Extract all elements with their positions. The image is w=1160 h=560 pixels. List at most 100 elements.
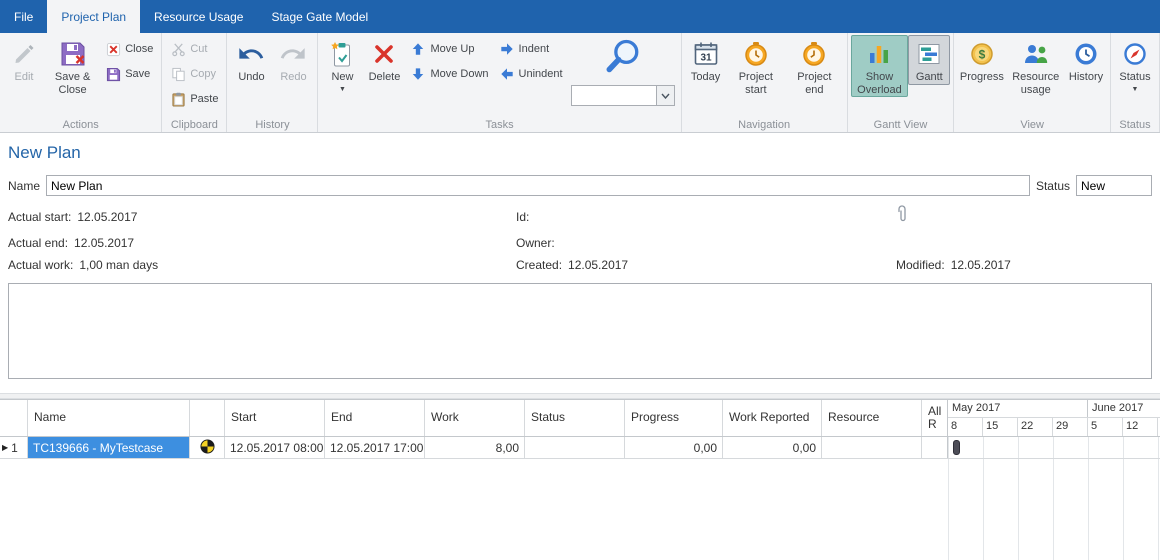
group-label-history: History: [227, 119, 317, 131]
attachment-paperclip-icon[interactable]: [896, 205, 908, 228]
task-type-cell[interactable]: [190, 437, 225, 458]
tab-file[interactable]: File: [0, 0, 47, 33]
project-start-label: Project start: [731, 71, 782, 96]
today-label: Today: [691, 71, 720, 84]
grid-header-type-icon[interactable]: [190, 400, 225, 436]
move-down-icon: [410, 66, 426, 82]
project-start-clock-icon: [743, 39, 769, 69]
actual-start-label: Actual start:: [8, 210, 71, 224]
move-up-label: Move Up: [430, 43, 474, 55]
ribbon-group-gantt-view: Show Overload Gantt Gantt View: [848, 33, 955, 132]
save-and-close-button[interactable]: Save & Close: [45, 35, 100, 97]
task-start-cell[interactable]: 12.05.2017 08:00: [225, 437, 325, 458]
today-button[interactable]: 31 Today: [685, 35, 727, 85]
grid-header-start[interactable]: Start: [225, 400, 325, 436]
grid-header-status[interactable]: Status: [525, 400, 625, 436]
task-row: ▶ 1 TC139666 - MyTestcase 12.05.2017 08:…: [0, 437, 1160, 459]
indent-button[interactable]: Indent: [494, 38, 568, 60]
status-field[interactable]: [1076, 175, 1152, 196]
grid-header-row: Name Start End Work Status Progress Work…: [0, 400, 1160, 437]
resource-usage-button[interactable]: Resource usage: [1006, 35, 1065, 97]
tab-resource-usage[interactable]: Resource Usage: [140, 0, 257, 33]
progress-button[interactable]: $ Progress: [957, 35, 1006, 85]
tab-stage-gate-model[interactable]: Stage Gate Model: [257, 0, 382, 33]
ribbon-group-navigation: 31 Today Project start Project end Navig…: [682, 33, 848, 132]
close-button[interactable]: Close: [100, 38, 158, 60]
gantt-chart-icon: [917, 39, 941, 69]
task-work-cell[interactable]: 8,00: [425, 437, 525, 458]
unindent-icon: [499, 66, 515, 82]
show-overload-toggle[interactable]: Show Overload: [851, 35, 909, 97]
modified-row: Modified: 12.05.2017: [896, 258, 1152, 272]
testcase-marker-icon: [200, 439, 215, 457]
edit-button[interactable]: Edit: [3, 35, 45, 85]
task-resource-cell[interactable]: [822, 437, 922, 458]
grid-header-name[interactable]: Name: [28, 400, 190, 436]
delete-label: Delete: [369, 71, 401, 84]
gantt-row-area: [948, 437, 1160, 458]
cut-button[interactable]: Cut: [165, 38, 223, 60]
unindent-button[interactable]: Unindent: [494, 63, 568, 85]
actual-work-label: Actual work:: [8, 258, 73, 272]
copy-button[interactable]: Copy: [165, 63, 223, 85]
status-menu-button[interactable]: Status ▼: [1114, 35, 1156, 94]
group-label-clipboard: Clipboard: [162, 119, 226, 131]
edit-label: Edit: [15, 71, 34, 84]
save-button[interactable]: Save: [100, 63, 158, 85]
status-menu-label: Status: [1119, 71, 1150, 84]
undo-button[interactable]: Undo: [230, 35, 272, 85]
grid-header-end[interactable]: End: [325, 400, 425, 436]
history-button[interactable]: History: [1065, 35, 1107, 85]
task-work-reported-cell[interactable]: 0,00: [723, 437, 822, 458]
paste-button[interactable]: Paste: [165, 88, 223, 110]
current-row-arrow-icon: ▶: [2, 443, 8, 452]
grid-header-resource[interactable]: Resource: [822, 400, 922, 436]
status-label: Status: [1036, 179, 1070, 193]
cut-icon: [170, 41, 186, 57]
grid-header-work-reported[interactable]: Work Reported: [723, 400, 822, 436]
gantt-week-tick: 12: [1123, 418, 1158, 436]
tab-project-plan[interactable]: Project Plan: [47, 0, 140, 33]
gantt-toggle[interactable]: Gantt: [908, 35, 950, 85]
task-progress-cell[interactable]: 0,00: [625, 437, 723, 458]
new-task-button[interactable]: New ▼: [321, 35, 363, 94]
actual-end-row: Actual end: 12.05.2017: [8, 236, 516, 250]
grid-header-work[interactable]: Work: [425, 400, 525, 436]
delete-task-button[interactable]: Delete: [363, 35, 405, 85]
indent-label: Indent: [519, 43, 550, 55]
name-field[interactable]: [46, 175, 1030, 196]
gantt-task-marker[interactable]: [953, 440, 960, 455]
task-end-cell[interactable]: 12.05.2017 17:00: [325, 437, 425, 458]
id-row: Id:: [516, 205, 896, 228]
description-field[interactable]: [8, 283, 1152, 379]
ribbon-group-clipboard: Cut Copy Paste Clipboard: [162, 33, 227, 132]
ribbon-tab-bar: File Project Plan Resource Usage Stage G…: [0, 0, 1160, 33]
project-end-button[interactable]: Project end: [785, 35, 844, 97]
gantt-week-tick: 15: [983, 418, 1018, 436]
group-label-view: View: [954, 119, 1110, 131]
task-all-r-cell[interactable]: [922, 437, 948, 458]
redo-button[interactable]: Redo: [272, 35, 314, 85]
move-down-button[interactable]: Move Down: [405, 63, 493, 85]
search-combobox[interactable]: [571, 85, 675, 106]
chevron-down-icon: [661, 93, 670, 99]
task-status-cell[interactable]: [525, 437, 625, 458]
gantt-timeline-header: May 2017 June 2017 8 15 22 29 5 12: [948, 400, 1160, 436]
task-name-cell[interactable]: TC139666 - MyTestcase: [28, 437, 190, 458]
actual-end-label: Actual end:: [8, 236, 68, 250]
grid-header-all-r[interactable]: All R: [922, 400, 948, 436]
grid-header-progress[interactable]: Progress: [625, 400, 723, 436]
search-combo-input[interactable]: [572, 86, 656, 105]
group-label-gantt-view: Gantt View: [848, 119, 954, 131]
grid-empty-left: [0, 459, 948, 560]
row-indicator-cell[interactable]: ▶ 1: [0, 437, 28, 458]
project-start-button[interactable]: Project start: [727, 35, 786, 97]
grid-empty-body: [0, 459, 1160, 560]
gantt-label: Gantt: [916, 71, 943, 84]
move-up-button[interactable]: Move Up: [405, 38, 493, 60]
group-label-tasks: Tasks: [318, 119, 680, 131]
combo-dropdown-button[interactable]: [656, 86, 674, 105]
overload-bars-icon: [867, 39, 891, 69]
search-icon[interactable]: [601, 36, 645, 83]
group-label-status: Status: [1111, 119, 1159, 131]
